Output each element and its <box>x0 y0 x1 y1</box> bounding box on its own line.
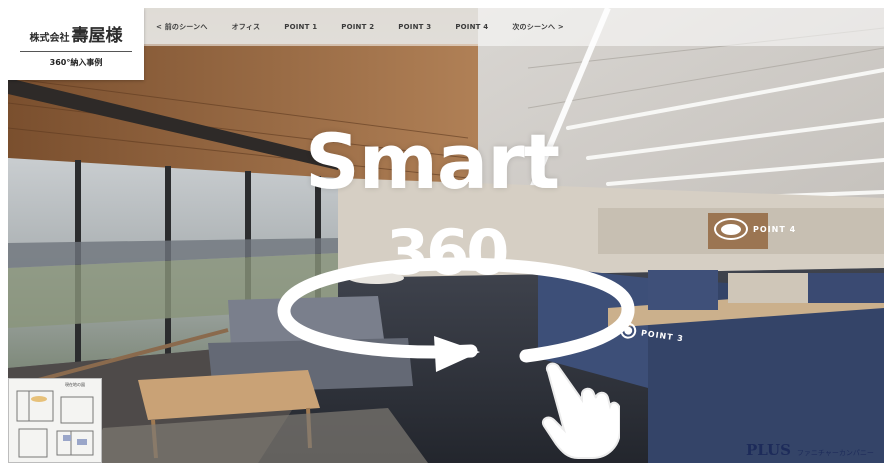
smart-overlay-word: Smart <box>305 117 560 206</box>
company-name: 壽屋様 <box>71 25 123 46</box>
nav-point-2[interactable]: POINT 2 <box>329 23 386 31</box>
scene-nav: < 前のシーンへ オフィス POINT 1 POINT 2 POINT 3 PO… <box>144 8 576 46</box>
panorama-viewer[interactable]: 株式会社 壽屋様 360°納入事例 < 前のシーンへ オフィス POINT 1 P… <box>8 8 884 463</box>
hotspot-point-4-label: POINT 4 <box>753 224 797 234</box>
hotspot-point-3-label: POINT 3 <box>640 328 685 343</box>
plus-division-name: ファニチャーカンパニー <box>796 449 874 457</box>
nav-point-4[interactable]: POINT 4 <box>443 23 500 31</box>
brand-logo[interactable]: 株式会社 壽屋様 360°納入事例 <box>8 8 144 80</box>
floor-minimap[interactable]: 現在地の図 <box>8 378 102 463</box>
hotspot-point-4[interactable]: POINT 4 <box>714 218 796 240</box>
plus-brand-logo: PLUS ファニチャーカンパニー <box>746 441 874 459</box>
floor-plan-icon <box>16 390 94 458</box>
hotspot-marker-icon <box>714 218 748 240</box>
company-prefix: 株式会社 <box>29 32 70 44</box>
rotate-360-arrow-icon <box>277 257 635 372</box>
nav-point-1[interactable]: POINT 1 <box>272 23 329 31</box>
plus-wordmark: PLUS <box>746 441 791 459</box>
brand-divider <box>20 50 132 52</box>
nav-point-3[interactable]: POINT 3 <box>386 23 443 31</box>
brand-subtitle: 360°納入事例 <box>49 57 103 67</box>
nav-office[interactable]: オフィス <box>220 22 273 32</box>
company-title: 株式会社 壽屋様 <box>30 21 123 46</box>
nav-prev-scene[interactable]: < 前のシーンへ <box>144 22 220 32</box>
minimap-caption: 現在地の図 <box>65 382 85 387</box>
pointing-hand-icon[interactable] <box>538 360 620 460</box>
nav-next-scene[interactable]: 次のシーンへ > <box>500 22 576 32</box>
